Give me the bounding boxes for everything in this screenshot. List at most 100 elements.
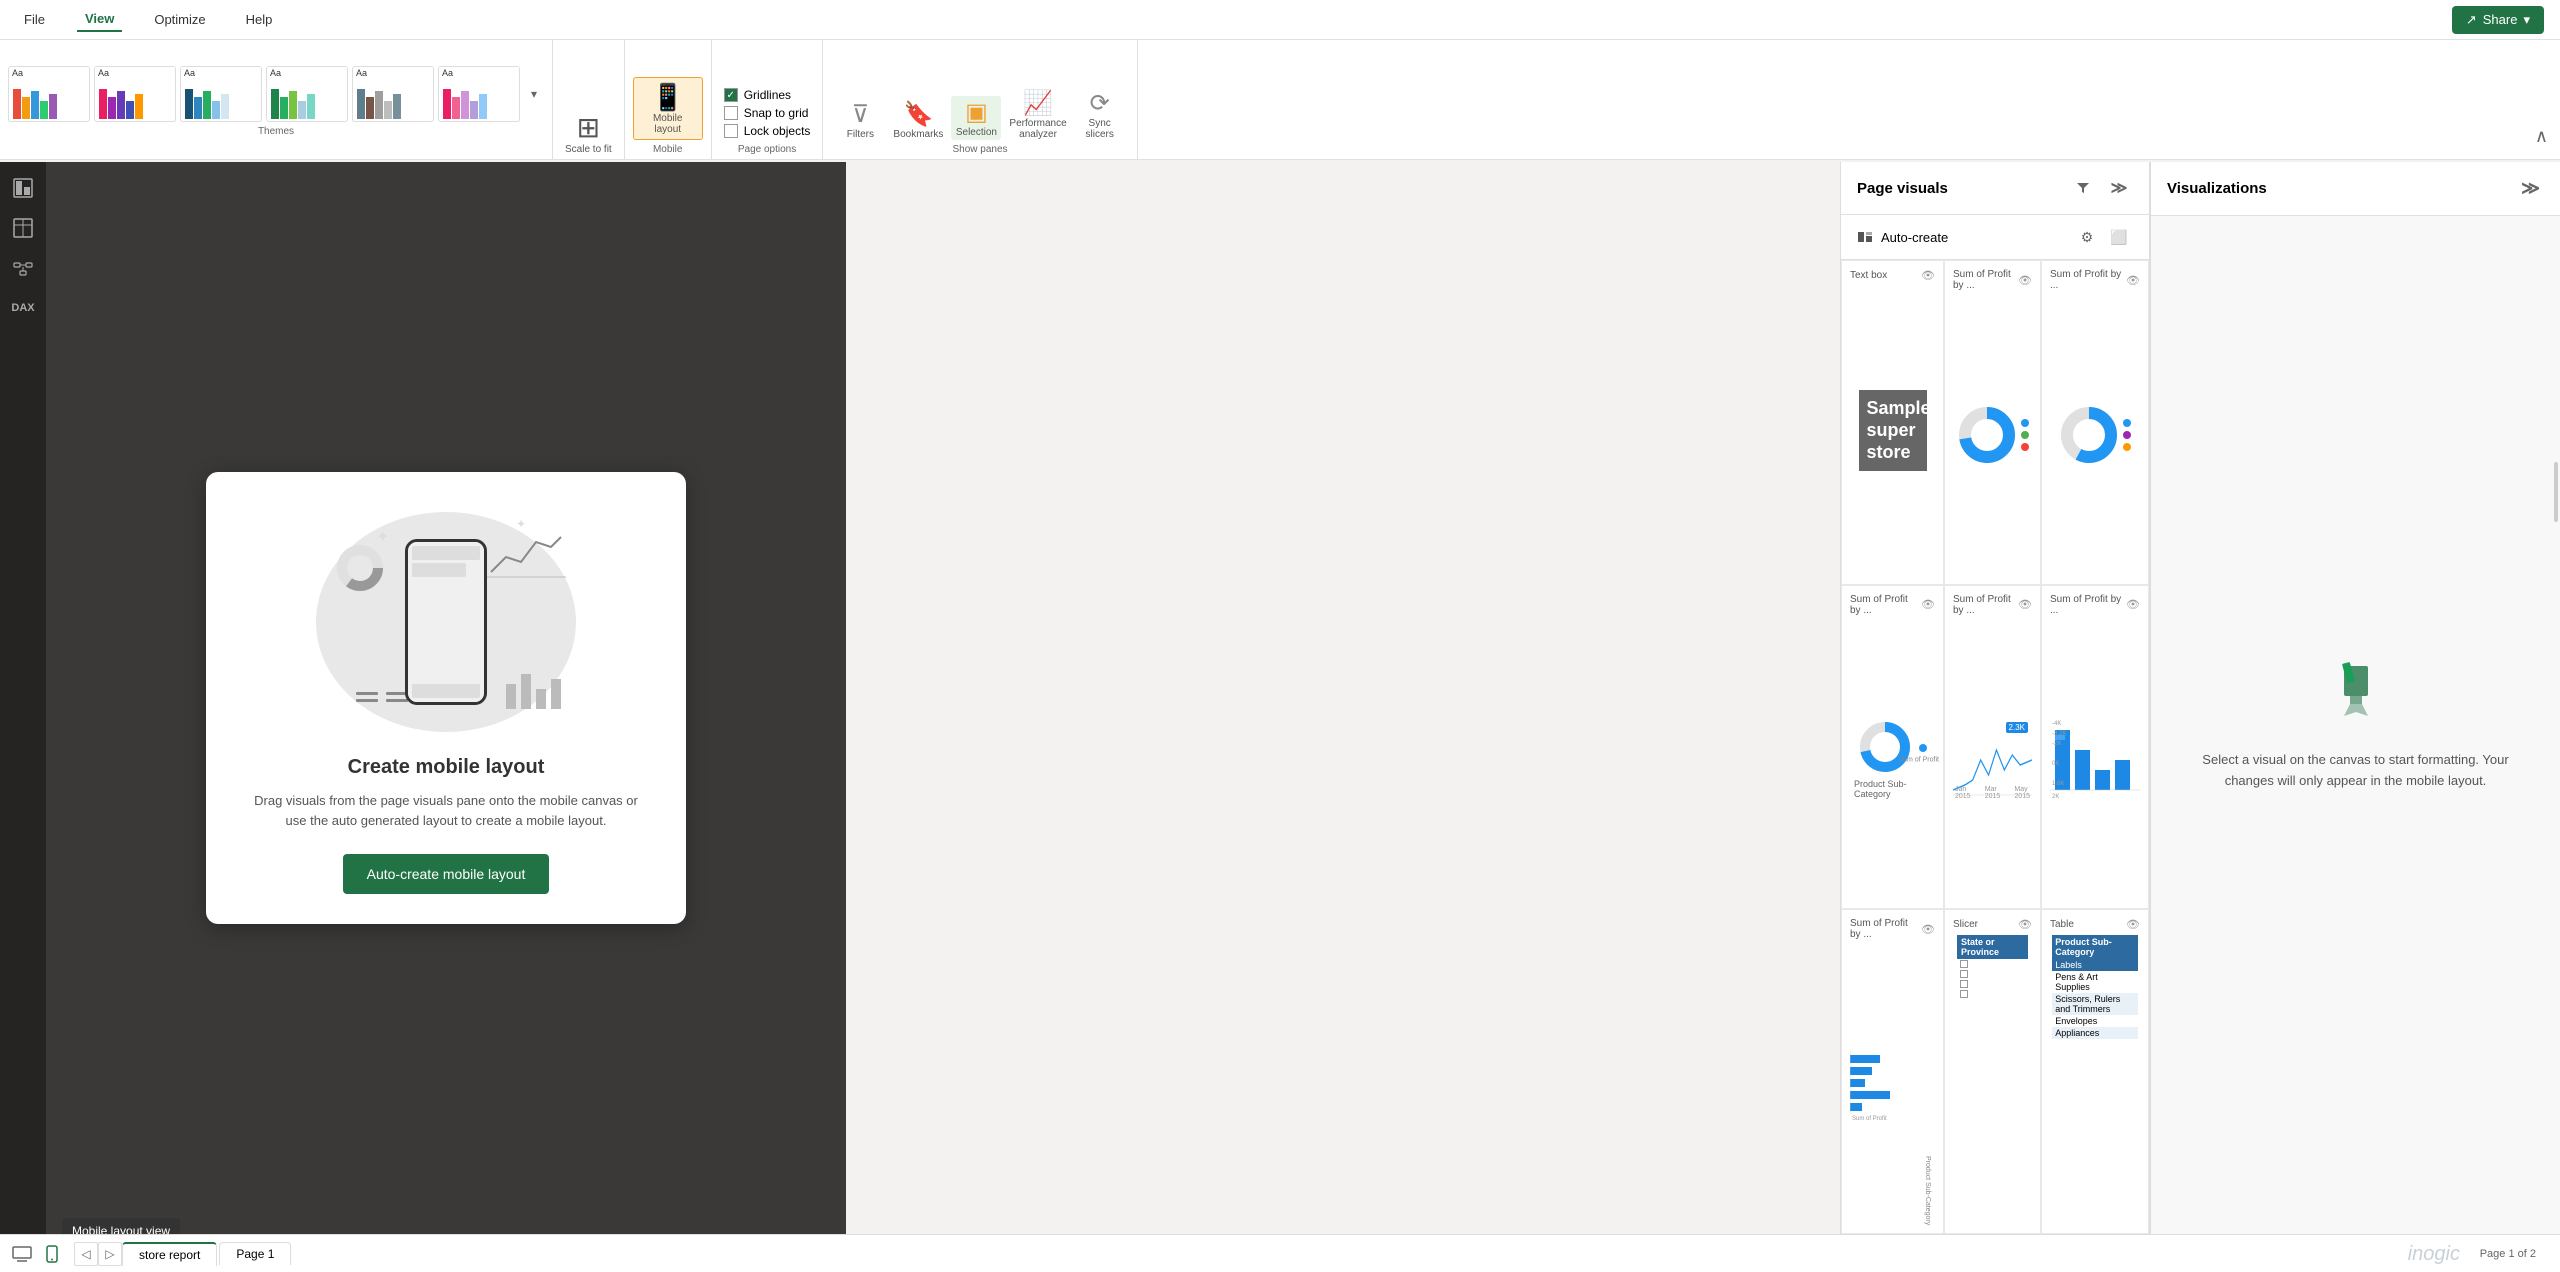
snap-to-grid-option[interactable]: Snap to grid <box>724 106 811 120</box>
selection-pane-button[interactable]: ▣ Selection <box>951 96 1001 140</box>
desktop-view-icon[interactable] <box>8 1240 36 1268</box>
svg-text:-2K: -2K <box>2052 741 2061 747</box>
theme-item-2[interactable]: Aa <box>94 66 176 122</box>
eraser-icon[interactable]: ⬜ <box>2105 223 2133 251</box>
filter-visuals-button[interactable] <box>2069 174 2097 202</box>
eye-icon-donut3[interactable]: 👁 <box>1921 598 1935 611</box>
selection-icon: ▣ <box>965 98 988 127</box>
performance-icon: 📈 <box>1023 89 1053 118</box>
eye-icon-linechart[interactable]: 👁 <box>2018 598 2032 611</box>
page-count: Page 1 of 2 <box>2480 1248 2552 1260</box>
lock-checkbox[interactable] <box>724 124 738 138</box>
sidebar-model-view[interactable] <box>5 250 41 286</box>
page-nav-prev[interactable]: ◁ <box>74 1242 98 1266</box>
page-nav-next[interactable]: ▷ <box>98 1242 122 1266</box>
page-tab-store-report[interactable]: store report <box>122 1242 217 1266</box>
menu-help[interactable]: Help <box>238 8 281 31</box>
snap-checkbox[interactable] <box>724 106 738 120</box>
theme-item-6[interactable]: Aa <box>438 66 520 122</box>
auto-create-actions: ⚙ ⬜ <box>2073 223 2133 251</box>
visual-item-textbox[interactable]: Text box 👁 Samplesuperstore <box>1841 260 1944 585</box>
bookmarks-label: Bookmarks <box>893 129 943 140</box>
eye-icon-donut1[interactable]: 👁 <box>2018 274 2032 287</box>
main-canvas-area: ✦ ✦ <box>46 162 846 1234</box>
visualizations-empty-state: Select a visual on the canvas to start f… <box>2151 216 2560 1234</box>
eye-icon-textbox[interactable]: 👁 <box>1921 269 1935 282</box>
mobile-layout-button[interactable]: 📱 Mobile layout <box>633 77 703 140</box>
themes-expand-button[interactable]: ▾ <box>524 84 544 104</box>
themes-section: Aa Aa Aa <box>0 40 553 159</box>
slicer-row-2 <box>1957 969 2028 979</box>
settings-icon[interactable]: ⚙ <box>2073 223 2101 251</box>
visualizations-header: Visualizations ≫ <box>2151 162 2560 216</box>
eye-icon-donut2[interactable]: 👁 <box>2126 274 2140 287</box>
performance-pane-button[interactable]: 📈 Performanceanalyzer <box>1009 89 1066 140</box>
scale-label[interactable]: Scale to fit <box>565 144 612 155</box>
sidebar-dax-query[interactable]: DAX <box>5 290 41 326</box>
theme-item-3[interactable]: Aa <box>180 66 262 122</box>
visual-label-donut2: Sum of Profit by ... <box>2050 269 2126 291</box>
mobile-canvas: ✦ ✦ <box>206 472 686 924</box>
sidebar-table-view[interactable] <box>5 210 41 246</box>
bookmarks-pane-button[interactable]: 🔖 Bookmarks <box>893 100 943 140</box>
phone-screen <box>408 542 484 702</box>
collapse-panel-button[interactable]: ≫ <box>2105 174 2133 202</box>
visual-label-donut1: Sum of Profit by ... <box>1953 269 2018 291</box>
share-icon: ↗ <box>2466 12 2477 28</box>
visual-item-donut1[interactable]: Sum of Profit by ... 👁 <box>1944 260 2041 585</box>
eye-icon-slicer[interactable]: 👁 <box>2018 918 2032 931</box>
visual-item-donut2[interactable]: Sum of Profit by ... 👁 <box>2041 260 2149 585</box>
menu-view[interactable]: View <box>77 7 122 32</box>
menu-file[interactable]: File <box>16 8 53 31</box>
snap-label: Snap to grid <box>744 106 809 120</box>
visuals-grid: Text box 👁 Samplesuperstore Sum of Profi… <box>1841 260 2149 1234</box>
share-button[interactable]: ↗ Share ▾ <box>2452 6 2544 34</box>
sidebar-report-view[interactable] <box>5 170 41 206</box>
eye-icon-barchart[interactable]: 👁 <box>2126 598 2140 611</box>
donut1-preview <box>1953 295 2032 576</box>
page-tab-page1[interactable]: Page 1 <box>219 1242 291 1265</box>
theme-item-4[interactable]: Aa <box>266 66 348 122</box>
create-mobile-title: Create mobile layout <box>246 756 646 779</box>
lock-objects-option[interactable]: Lock objects <box>724 124 811 138</box>
auto-create-label: Auto-create <box>1881 230 1948 245</box>
gridlines-option[interactable]: ✓ Gridlines <box>724 88 811 102</box>
scale-icon: ⊞ <box>577 111 600 144</box>
auto-create-row[interactable]: Auto-create ⚙ ⬜ <box>1841 215 2149 260</box>
table-row-envelopes: Envelopes <box>2052 1015 2138 1027</box>
bottom-bar: ◁ ▷ store report Page 1 Page 1 of 2 inog… <box>0 1234 2560 1272</box>
sync-slicers-pane-button[interactable]: ⟳ Syncslicers <box>1075 89 1125 140</box>
ribbon-collapse-area: ∧ <box>2523 40 2560 159</box>
theme-item-1[interactable]: Aa <box>8 66 90 122</box>
gridlines-checkbox[interactable]: ✓ <box>724 88 738 102</box>
chevron-right-icon: ≫ <box>2111 178 2128 198</box>
table-row-appliances: Appliances <box>2052 1027 2138 1039</box>
view-icons <box>8 1240 66 1268</box>
sync-label: Syncslicers <box>1086 118 1114 140</box>
visualizations-empty-text: Select a visual on the canvas to start f… <box>2191 750 2520 792</box>
visual-item-slicer[interactable]: Slicer 👁 State or Province <box>1944 909 2041 1234</box>
filters-label: Filters <box>847 129 874 140</box>
auto-create-mobile-button[interactable]: Auto-create mobile layout <box>343 854 550 894</box>
menu-optimize[interactable]: Optimize <box>146 8 213 31</box>
visual-label-table: Table <box>2050 919 2074 930</box>
viz-panel-collapse-button[interactable]: ≫ <box>2517 174 2544 203</box>
linechart-preview: 2.3K Jan2015Mar2015May2015 Sum of Profit <box>1953 620 2032 901</box>
slicer-header: State or Province <box>1957 935 2028 959</box>
performance-label: Performanceanalyzer <box>1009 118 1066 140</box>
phone-mockup <box>405 539 487 705</box>
visual-item-linechart[interactable]: Sum of Profit by ... 👁 2.3K Jan2015Mar20… <box>1944 585 2041 910</box>
filters-pane-button[interactable]: ⊽ Filters <box>835 100 885 140</box>
mobile-view-icon[interactable] <box>38 1240 66 1268</box>
show-panes-section: ⊽ Filters 🔖 Bookmarks ▣ Selection 📈 Perf… <box>823 40 1137 159</box>
linechart-illustration <box>486 527 566 585</box>
ribbon: Aa Aa Aa <box>0 40 2560 160</box>
visual-item-bargrouped[interactable]: Sum of Profit by ... 👁 Product Sub-Categ… <box>1841 909 1944 1234</box>
eye-icon-table[interactable]: 👁 <box>2126 918 2140 931</box>
ribbon-collapse-button[interactable]: ∧ <box>2531 122 2552 151</box>
theme-item-5[interactable]: Aa <box>352 66 434 122</box>
eye-icon-bargrouped[interactable]: 👁 <box>1921 923 1935 936</box>
visual-item-barchart[interactable]: Sum of Profit by ... 👁 2K 1.6K 0K <box>2041 585 2149 910</box>
mobile-section: 📱 Mobile layout Mobile <box>625 40 712 159</box>
visual-item-table[interactable]: Table 👁 Product Sub-Category Labels Pens… <box>2041 909 2149 1234</box>
